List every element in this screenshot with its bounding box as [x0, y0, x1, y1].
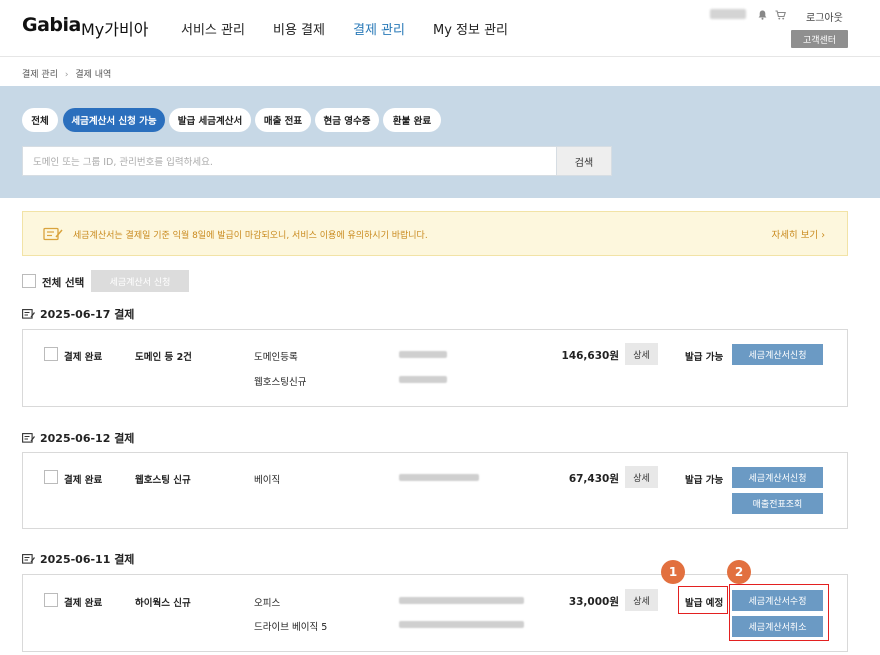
memo-icon	[22, 554, 35, 564]
notice-more-link[interactable]: 자세히 보기 ›	[771, 227, 825, 241]
payment-card: 결제 완료 도메인 등 2건 도메인등록 웹호스팅신규 146,630원 상세 …	[22, 329, 848, 407]
bell-icon[interactable]	[757, 9, 767, 20]
payment-status: 결제 완료	[64, 475, 103, 486]
row-checkbox[interactable]	[44, 347, 58, 361]
notice-text: 세금계산서는 결제일 기준 익월 8일에 발급이 마감되오니, 서비스 이용에 …	[73, 231, 428, 241]
customer-center-button[interactable]: 고객센터	[791, 30, 848, 48]
apply-tax-invoice-button[interactable]: 세금계산서신청	[732, 344, 823, 365]
select-all-label: 전체 선택	[42, 277, 85, 289]
nav-cost-payment[interactable]: 비용 결제	[273, 19, 325, 38]
breadcrumb-item-payment-management[interactable]: 결제 관리	[22, 70, 58, 80]
breadcrumb-item-payment-history: 결제 내역	[75, 70, 112, 80]
amount: 146,630원	[561, 350, 619, 362]
chevron-right-icon: ›	[64, 70, 69, 80]
item-name: 드라이브 베이직 5	[254, 622, 328, 633]
item-name: 도메인등록	[254, 352, 298, 363]
detail-button[interactable]: 상세	[625, 466, 658, 488]
payment-status: 결제 완료	[64, 598, 103, 609]
issue-status: 발급 가능	[685, 475, 724, 486]
notice-banner: 세금계산서는 결제일 기준 익월 8일에 발급이 마감되오니, 서비스 이용에 …	[22, 211, 848, 256]
tab-all[interactable]: 전체	[22, 108, 58, 132]
bulk-tax-invoice-button[interactable]: 세금계산서 신청	[91, 270, 189, 292]
masked-account	[399, 597, 524, 604]
detail-button[interactable]: 상세	[625, 343, 658, 365]
masked-domain	[399, 474, 479, 481]
cart-icon[interactable]	[774, 9, 786, 20]
nav-my-info[interactable]: My 정보 관리	[433, 19, 508, 38]
group-date-label: 2025-06-17 결제	[40, 308, 135, 321]
search-button[interactable]: 검색	[556, 146, 612, 176]
masked-account	[399, 621, 524, 628]
highlight-box-action-buttons	[729, 584, 829, 641]
tab-sales-slip[interactable]: 매출 전표	[255, 108, 311, 132]
nav-payment-management[interactable]: 결제 관리	[353, 19, 405, 38]
tab-cash-receipt[interactable]: 현금 영수증	[315, 108, 379, 132]
group-date-label: 2025-06-11 결제	[40, 553, 135, 566]
apply-tax-invoice-button[interactable]: 세금계산서신청	[732, 467, 823, 488]
top-header: Gabia My가비아 서비스 관리 비용 결제 결제 관리 My 정보 관리 …	[0, 0, 880, 57]
tab-refund-complete[interactable]: 환불 완료	[383, 108, 441, 132]
search-input[interactable]: 도메인 또는 그룹 ID, 관리번호를 입력하세요.	[22, 146, 557, 176]
product-name: 하이웍스 신규	[135, 598, 191, 609]
masked-username	[710, 9, 746, 19]
filter-panel	[0, 86, 880, 198]
detail-button[interactable]: 상세	[625, 589, 658, 611]
product-name: 웹호스팅 신규	[135, 475, 191, 486]
item-name: 베이직	[254, 475, 281, 486]
payment-card: 결제 완료 웹호스팅 신규 베이직 67,430원 상세 발급 가능 세금계산서…	[22, 452, 848, 529]
highlight-box-issue-status	[678, 586, 728, 614]
memo-icon	[22, 309, 35, 319]
payment-status: 결제 완료	[64, 352, 103, 363]
step-marker-1: 1	[661, 560, 685, 584]
gabia-logo[interactable]: Gabia	[22, 14, 81, 36]
tab-tax-invoice-available[interactable]: 세금계산서 신청 가능	[63, 108, 165, 132]
amount: 33,000원	[568, 596, 619, 608]
breadcrumb: 결제 관리 › 결제 내역	[22, 67, 115, 80]
memo-icon	[43, 227, 63, 241]
issue-status: 발급 가능	[685, 352, 724, 363]
product-name: 도메인 등 2건	[135, 352, 192, 363]
group-date-title: 2025-06-17 결제	[22, 306, 134, 322]
group-date-title: 2025-06-11 결제	[22, 551, 134, 567]
memo-icon	[22, 433, 35, 443]
step-marker-2: 2	[727, 560, 751, 584]
logout-link[interactable]: 로그아웃	[806, 9, 843, 24]
masked-domain	[399, 376, 447, 383]
masked-domain	[399, 351, 447, 358]
group-date-title: 2025-06-12 결제	[22, 430, 134, 446]
select-all-checkbox[interactable]	[22, 274, 36, 288]
item-name: 웹호스팅신규	[254, 377, 307, 388]
group-date-label: 2025-06-12 결제	[40, 432, 135, 445]
amount: 67,430원	[568, 473, 619, 485]
row-checkbox[interactable]	[44, 593, 58, 607]
my-gabia-title[interactable]: My가비아	[81, 16, 148, 40]
nav-service-management[interactable]: 서비스 관리	[181, 19, 245, 38]
row-checkbox[interactable]	[44, 470, 58, 484]
sales-slip-lookup-button[interactable]: 매출전표조회	[732, 493, 823, 514]
item-name: 오피스	[254, 598, 281, 609]
tab-issued-tax-invoice[interactable]: 발급 세금계산서	[169, 108, 251, 132]
